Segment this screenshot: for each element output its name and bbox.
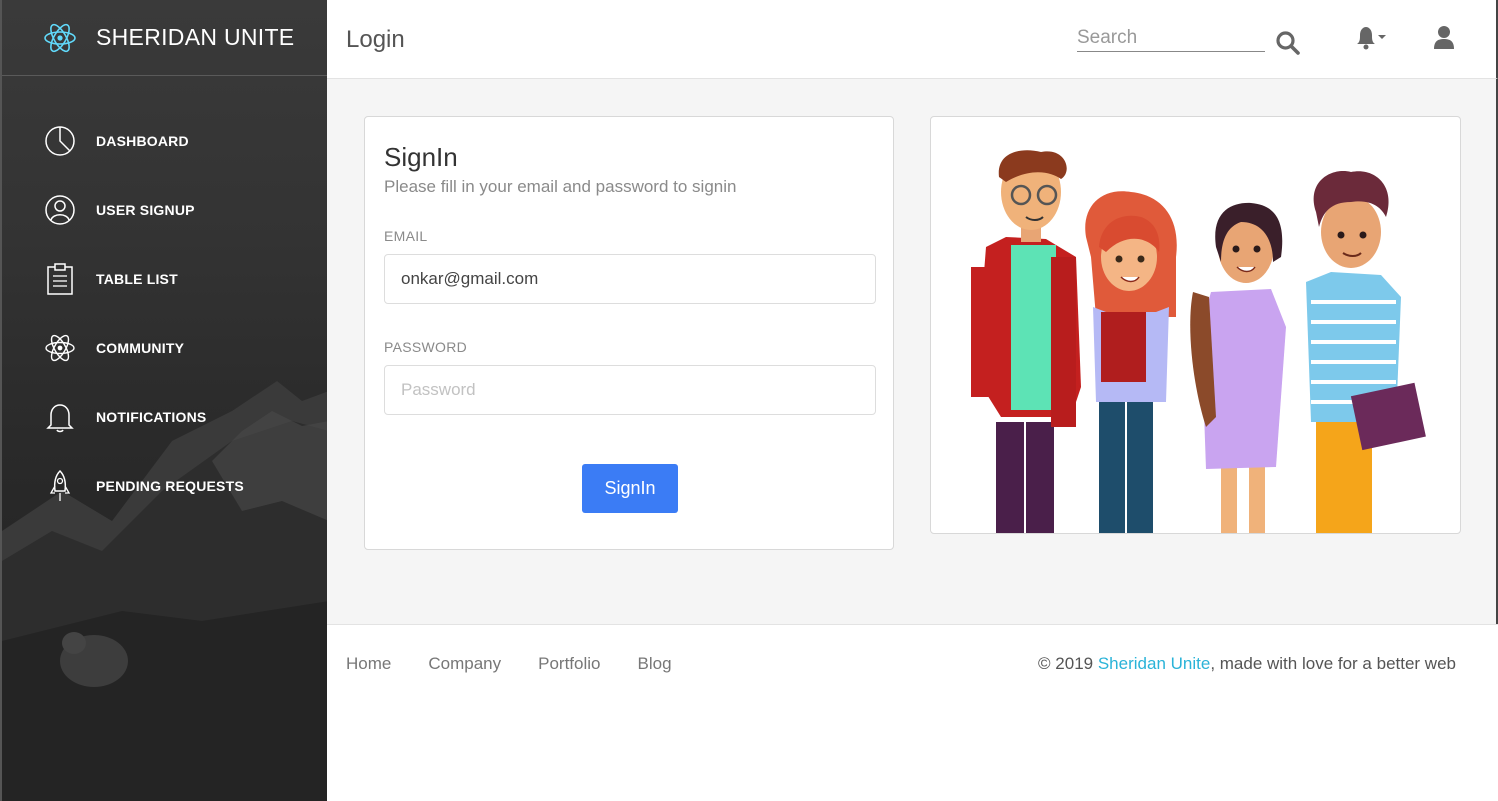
sidebar: SHERIDAN UNITE DASHBOARD USER SIGNUP TAB… [0, 0, 327, 801]
password-field[interactable] [384, 365, 876, 415]
email-field[interactable] [384, 254, 876, 304]
footer: Home Company Portfolio Blog © 2019 Sheri… [327, 624, 1498, 801]
copyright-brand-link[interactable]: Sheridan Unite [1098, 654, 1210, 673]
sidebar-item-label: DASHBOARD [96, 132, 189, 149]
sidebar-item-label: PENDING REQUESTS [96, 477, 244, 494]
footer-link-home[interactable]: Home [346, 654, 391, 674]
footer-link-portfolio[interactable]: Portfolio [538, 654, 600, 674]
sidebar-item-table-list[interactable]: TABLE LIST [2, 244, 327, 313]
sidebar-item-label: NOTIFICATIONS [96, 408, 207, 425]
footer-link-blog[interactable]: Blog [638, 654, 672, 674]
password-label: PASSWORD [384, 339, 468, 355]
sidebar-item-community[interactable]: COMMUNITY [2, 313, 327, 382]
notification-bell-dropdown-icon[interactable] [1354, 25, 1388, 51]
search-box [1077, 27, 1265, 52]
user-circle-icon [42, 192, 78, 228]
sidebar-item-label: TABLE LIST [96, 270, 178, 287]
footer-link-company[interactable]: Company [428, 654, 501, 674]
students-illustration [930, 116, 1461, 534]
copyright-prefix: © 2019 [1038, 654, 1098, 673]
sidebar-item-user-signup[interactable]: USER SIGNUP [2, 175, 327, 244]
copyright: © 2019 Sheridan Unite, made with love fo… [1038, 654, 1456, 674]
copyright-suffix: , made with love for a better web [1210, 654, 1456, 673]
search-input[interactable] [1077, 27, 1265, 52]
sidebar-item-label: COMMUNITY [96, 339, 185, 356]
footer-links: Home Company Portfolio Blog [346, 654, 709, 674]
search-icon[interactable] [1275, 30, 1301, 56]
email-label: EMAIL [384, 228, 428, 244]
signin-card: SignIn Please fill in your email and pas… [364, 116, 894, 550]
brand-name: SHERIDAN UNITE [96, 24, 295, 50]
sidebar-item-notifications[interactable]: NOTIFICATIONS [2, 382, 327, 451]
atom-icon [42, 330, 78, 366]
user-profile-icon[interactable] [1433, 25, 1455, 51]
brand[interactable]: SHERIDAN UNITE [2, 0, 327, 76]
clipboard-icon [42, 261, 78, 297]
sidebar-item-dashboard[interactable]: DASHBOARD [2, 106, 327, 175]
sidebar-nav: DASHBOARD USER SIGNUP TABLE LIST COMMUNI… [2, 106, 327, 520]
react-logo-icon [42, 20, 78, 56]
signin-subtitle: Please fill in your email and password t… [384, 177, 737, 196]
top-navbar: Login [327, 0, 1498, 79]
signin-button[interactable]: SignIn [582, 464, 678, 513]
pie-chart-icon [42, 123, 78, 159]
bell-icon [42, 399, 78, 435]
signin-title: SignIn [384, 142, 458, 172]
sidebar-item-label: USER SIGNUP [96, 201, 195, 218]
rocket-icon [42, 468, 78, 504]
sidebar-item-pending-requests[interactable]: PENDING REQUESTS [2, 451, 327, 520]
page-title: Login [346, 26, 405, 53]
